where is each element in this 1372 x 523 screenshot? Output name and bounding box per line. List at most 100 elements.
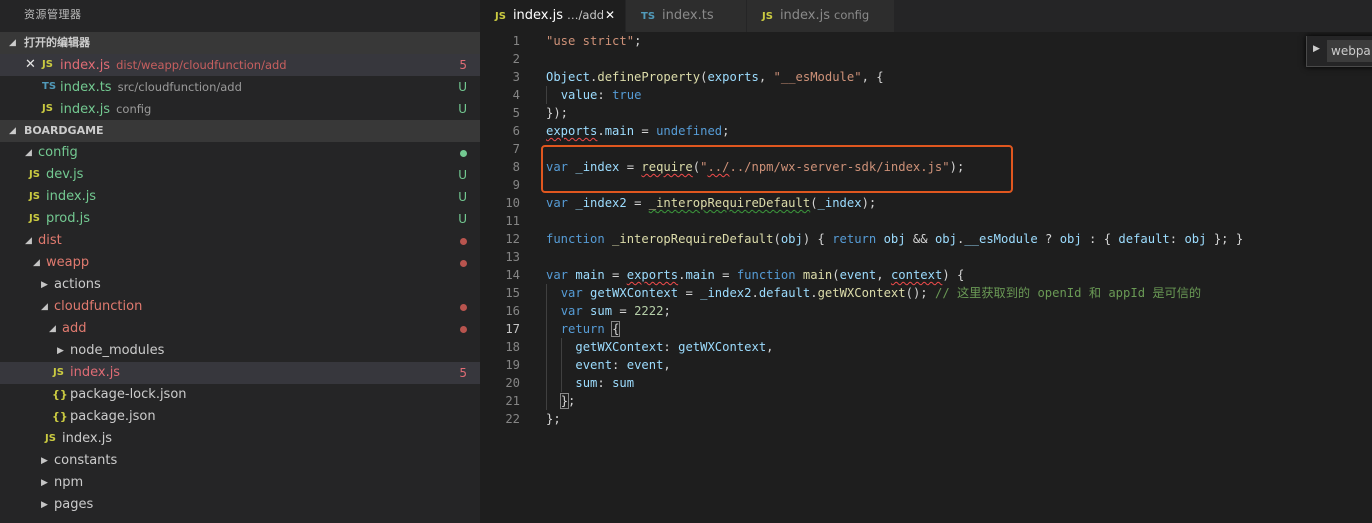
line-number: 22 xyxy=(505,412,520,426)
line-content: var _index2 = _interopRequireDefault(_in… xyxy=(546,196,877,210)
project-header[interactable]: ◢ BOARDGAME xyxy=(0,120,480,142)
tree-folder-weapp[interactable]: ◢ weapp xyxy=(0,252,480,274)
tree-file[interactable]: {} package.json xyxy=(0,406,480,428)
line-number: 19 xyxy=(505,358,520,372)
folder-name: pages xyxy=(54,497,94,512)
json-file-icon: {} xyxy=(52,388,68,401)
code-lines: 1 "use strict"; 2 3 Object.defineProperty(… xyxy=(480,32,1372,428)
ts-file-icon: TS xyxy=(42,81,57,92)
tree-folder-config[interactable]: ◢ config xyxy=(0,142,480,164)
outline-peek-panel[interactable]: ▶ webpa xyxy=(1306,36,1372,67)
folder-name: node_modules xyxy=(70,343,165,358)
tab-index-ts[interactable]: TS index.ts xyxy=(626,0,746,32)
vscode-window: 资源管理器 ◢ 打开的编辑器 ✕ JS index.js dist/weapp/c… xyxy=(0,0,1372,523)
code-line: 20 sum: sum xyxy=(480,374,1372,392)
file-name: index.js xyxy=(60,102,111,117)
file-name: index.js xyxy=(46,189,97,204)
file-name: dev.js xyxy=(46,167,84,182)
chevron-right-icon: ▶ xyxy=(41,478,48,488)
chevron-down-icon: ◢ xyxy=(9,38,16,48)
line-number: 12 xyxy=(505,232,520,246)
git-status-badge: U xyxy=(458,190,467,204)
line-content: "use strict"; xyxy=(546,34,642,48)
tab-label: index.js xyxy=(512,8,564,23)
code-line: 11 xyxy=(480,212,1372,230)
line-number: 10 xyxy=(505,196,520,210)
git-status-badge: U xyxy=(458,102,467,116)
tree-folder-dist[interactable]: ◢ dist xyxy=(0,230,480,252)
bracket-match: } xyxy=(559,393,570,409)
git-status-badge: U xyxy=(458,168,467,182)
chevron-right-icon: ▶ xyxy=(41,280,48,290)
code-line: 15 var getWXContext = _index2.default.ge… xyxy=(480,284,1372,302)
line-number: 1 xyxy=(512,34,520,48)
line-content: }); xyxy=(546,106,569,120)
code-line: 14 var main = exports.main = function mai… xyxy=(480,266,1372,284)
tree-file[interactable]: JS index.js xyxy=(0,428,480,450)
js-file-icon: JS xyxy=(29,213,40,224)
open-editors-header[interactable]: ◢ 打开的编辑器 xyxy=(0,32,480,54)
tree-file[interactable]: JS index.js U xyxy=(0,186,480,208)
tree-folder-pages[interactable]: ▶ pages xyxy=(0,494,480,516)
folder-name: actions xyxy=(54,277,101,292)
line-number: 14 xyxy=(505,268,520,282)
open-editor-item[interactable]: TS index.ts src/cloudfunction/add U xyxy=(0,76,480,98)
tab-description: …/add xyxy=(567,8,605,22)
code-editor[interactable]: 1 "use strict"; 2 3 Object.defineProperty(… xyxy=(480,32,1372,523)
explorer-title: 资源管理器 xyxy=(24,8,82,21)
js-file-icon: JS xyxy=(42,59,53,70)
tab-index-js-config[interactable]: JS index.js config xyxy=(747,0,894,32)
line-number: 3 xyxy=(512,70,520,84)
line-content: }; xyxy=(559,393,576,409)
peek-label: webpa xyxy=(1327,40,1372,62)
folder-name: add xyxy=(62,321,87,336)
code-line: 6 exports.main = undefined; xyxy=(480,122,1372,140)
problem-count-badge: 5 xyxy=(459,366,467,380)
line-content: var getWXContext = _index2.default.getWX… xyxy=(560,286,1202,300)
error-dot-icon xyxy=(460,260,467,267)
code-line: 5}); xyxy=(480,104,1372,122)
code-line-current: 17 return { xyxy=(480,320,1372,338)
tree-folder-cloudfunction[interactable]: ◢ cloudfunction xyxy=(0,296,480,318)
line-content: sum: sum xyxy=(575,376,635,390)
chevron-down-icon: ◢ xyxy=(9,126,16,136)
code-line: 1 "use strict"; xyxy=(480,32,1372,50)
explorer-sidebar: 资源管理器 ◢ 打开的编辑器 ✕ JS index.js dist/weapp/c… xyxy=(0,0,480,523)
tree-file-selected[interactable]: JS index.js 5 xyxy=(0,362,480,384)
file-name: index.js xyxy=(70,365,121,380)
line-content: var sum = 2222; xyxy=(560,304,671,318)
open-editors-label: 打开的编辑器 xyxy=(24,36,90,49)
git-status-badge: U xyxy=(458,80,467,94)
js-file-icon: JS xyxy=(53,367,64,378)
line-number: 17 xyxy=(505,322,520,336)
tab-label: index.js xyxy=(779,8,831,23)
tree-folder-add[interactable]: ◢ add xyxy=(0,318,480,340)
ts-file-icon: TS xyxy=(641,11,656,22)
code-line: 3 Object.defineProperty(exports, "__esMod… xyxy=(480,68,1372,86)
tree-folder-actions[interactable]: ▶ actions xyxy=(0,274,480,296)
tree-folder-node-modules[interactable]: ▶ node_modules xyxy=(0,340,480,362)
code-line: 18 getWXContext: getWXContext, xyxy=(480,338,1372,356)
highlight-annotation-box xyxy=(541,145,1013,193)
line-number: 2 xyxy=(512,52,520,66)
json-file-icon: {} xyxy=(52,410,68,423)
tree-file[interactable]: {} package-lock.json xyxy=(0,384,480,406)
tree-folder-npm[interactable]: ▶ npm xyxy=(0,472,480,494)
code-line: 10 var _index2 = _interopRequireDefault(_… xyxy=(480,194,1372,212)
open-editor-item[interactable]: JS index.js config U xyxy=(0,98,480,120)
close-icon[interactable]: ✕ xyxy=(25,54,36,76)
open-editor-item[interactable]: ✕ JS index.js dist/weapp/cloudfunction/ad… xyxy=(0,54,480,76)
close-icon[interactable]: ✕ xyxy=(605,0,615,31)
js-file-icon: JS xyxy=(762,11,773,22)
folder-name: cloudfunction xyxy=(54,299,143,314)
tree-file[interactable]: JS dev.js U xyxy=(0,164,480,186)
folder-name: dist xyxy=(38,233,62,248)
line-number: 8 xyxy=(512,160,520,174)
line-number: 18 xyxy=(505,340,520,354)
tree-file[interactable]: JS prod.js U xyxy=(0,208,480,230)
line-number: 11 xyxy=(505,214,520,228)
tab-index-js-add[interactable]: JS index.js …/add ✕ xyxy=(480,0,625,32)
tree-folder-constants[interactable]: ▶ constants xyxy=(0,450,480,472)
file-name: index.js xyxy=(60,58,111,73)
project-label: BOARDGAME xyxy=(24,124,104,137)
